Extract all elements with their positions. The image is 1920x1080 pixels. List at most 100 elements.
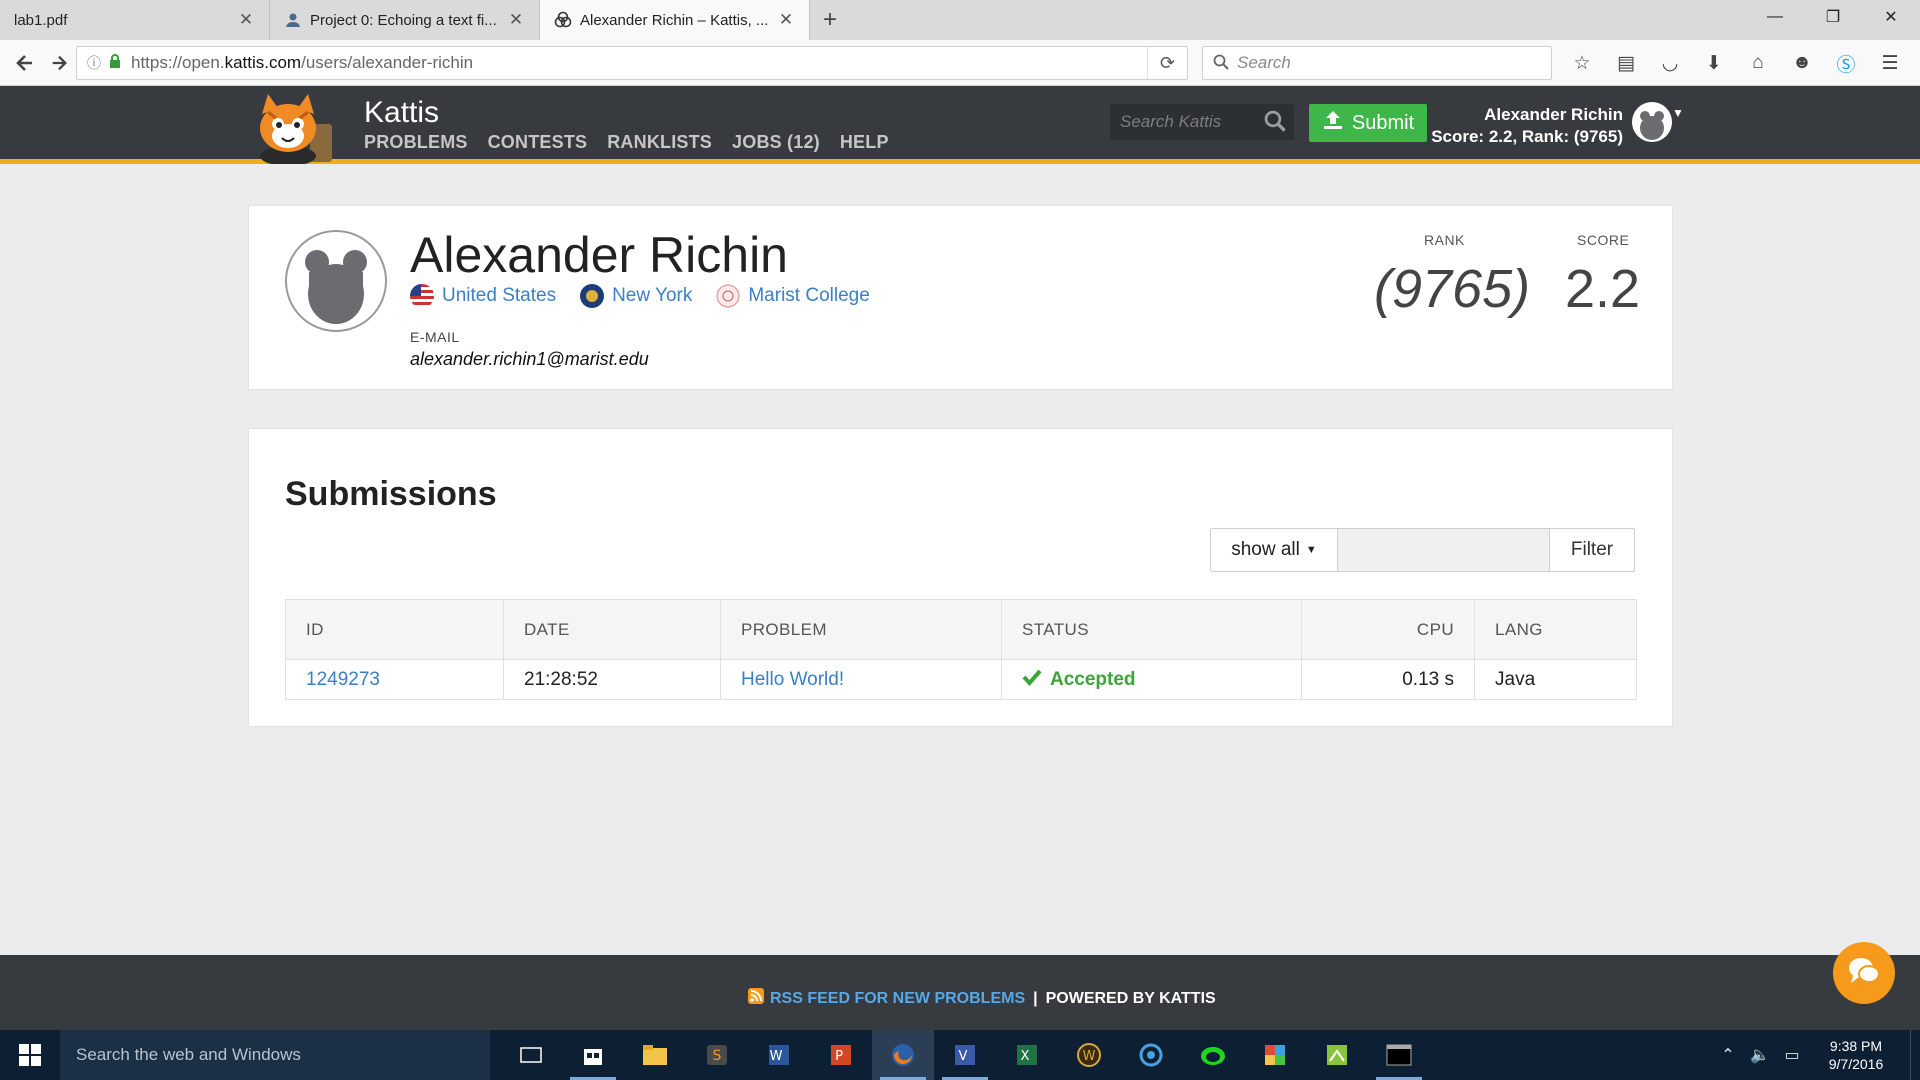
caret-down-icon: ▼ (1305, 544, 1317, 556)
table-row: 1249273 21:28:52 Hello World! Accepted 0… (285, 659, 1637, 700)
search-icon (1213, 54, 1229, 75)
forward-arrow-icon[interactable] (42, 46, 76, 80)
column-header-cpu[interactable]: CPU (1301, 599, 1475, 660)
country-link[interactable]: United States (410, 284, 556, 308)
download-icon[interactable]: ⬇ (1692, 46, 1736, 80)
user-name: Alexander Richin (1484, 105, 1623, 124)
close-icon[interactable]: ✕ (777, 10, 795, 29)
kattis-search-input[interactable]: Search Kattis (1110, 104, 1294, 140)
kattis-footer: RSS FEED FOR NEW PROBLEMS | POWERED BY K… (0, 955, 1920, 1030)
search-icon[interactable] (1264, 110, 1286, 137)
razer-cloud-icon[interactable] (1182, 1030, 1244, 1080)
windows-start-icon[interactable] (0, 1030, 60, 1080)
minimize-icon[interactable]: — (1746, 0, 1804, 34)
hello-chat-icon[interactable]: ☻ (1780, 46, 1824, 80)
info-icon[interactable]: ⓘ (87, 53, 101, 73)
close-window-icon[interactable]: ✕ (1862, 0, 1920, 34)
problem-link[interactable]: Hello World! (741, 669, 844, 690)
excel-icon[interactable]: X (996, 1030, 1058, 1080)
status-filter-select[interactable]: show all ▼ (1211, 529, 1338, 571)
world-of-warcraft-icon[interactable]: W (1058, 1030, 1120, 1080)
user-summary[interactable]: Alexander Richin Score: 2.2, Rank: (9765… (1431, 104, 1623, 148)
browser-navbar: ⓘ https://open. kattis.com/users/alexande… (0, 40, 1920, 86)
filter-input[interactable] (1338, 529, 1550, 571)
volume-icon[interactable]: 🔈 (1744, 1045, 1776, 1065)
word-icon[interactable]: W (748, 1030, 810, 1080)
submission-id-link[interactable]: 1249273 (306, 669, 380, 690)
browser-tab-lab1[interactable]: lab1.pdf ✕ (0, 0, 270, 40)
school-link[interactable]: Marist College (716, 284, 870, 308)
status-badge: Accepted (1022, 668, 1281, 692)
submissions-table: ID DATE PROBLEM STATUS CPU LANG 1249273 … (285, 599, 1637, 700)
sublime-text-icon[interactable]: S (686, 1030, 748, 1080)
show-desktop-button[interactable] (1910, 1030, 1920, 1080)
back-arrow-icon[interactable] (8, 46, 42, 80)
pocket-icon[interactable]: ◡ (1648, 46, 1692, 80)
firefox-icon[interactable] (872, 1030, 934, 1080)
submit-button[interactable]: Submit (1309, 104, 1427, 142)
bookmark-star-icon[interactable]: ☆ (1560, 46, 1604, 80)
menu-ranklists[interactable]: RANKLISTS (607, 132, 712, 153)
profile-name: Alexander Richin (410, 227, 788, 283)
reading-list-icon[interactable]: ▤ (1604, 46, 1648, 80)
heroes-launcher-icon[interactable] (1120, 1030, 1182, 1080)
file-explorer-icon[interactable] (624, 1030, 686, 1080)
profile-card: Alexander Richin United States New York … (248, 205, 1673, 390)
browser-search-input[interactable]: Search (1202, 46, 1552, 80)
menu-help[interactable]: HELP (840, 132, 889, 153)
task-view-icon[interactable] (500, 1030, 562, 1080)
column-header-problem[interactable]: PROBLEM (720, 599, 1002, 660)
close-icon[interactable]: ✕ (237, 10, 255, 29)
svg-text:S: S (713, 1048, 722, 1064)
powerpoint-icon[interactable]: P (810, 1030, 872, 1080)
browser-tab-project0[interactable]: Project 0: Echoing a text fi... ✕ (270, 0, 540, 40)
restore-icon[interactable]: ❐ (1804, 0, 1862, 34)
spreadsheet-app-icon[interactable] (1306, 1030, 1368, 1080)
column-header-id[interactable]: ID (285, 599, 504, 660)
powered-by: POWERED BY KATTIS (1045, 989, 1216, 1007)
column-header-lang[interactable]: LANG (1474, 599, 1637, 660)
reload-icon[interactable]: ⟳ (1147, 47, 1187, 79)
table-header-row: ID DATE PROBLEM STATUS CPU LANG (285, 599, 1637, 660)
region-link[interactable]: New York (580, 284, 692, 308)
image-app-icon[interactable] (1244, 1030, 1306, 1080)
svg-text:W: W (1083, 1049, 1096, 1064)
email-value: alexander.richin1@marist.edu (410, 349, 649, 369)
browser-tab-kattis[interactable]: Alexander Richin – Kattis, ... ✕ (540, 0, 810, 40)
browser-search-placeholder: Search (1237, 53, 1291, 72)
browser-tabstrip: lab1.pdf ✕ Project 0: Echoing a text fi.… (0, 0, 1920, 40)
chat-bubble-icon (1847, 956, 1881, 991)
menu-contests[interactable]: CONTESTS (488, 132, 588, 153)
kattis-brand[interactable]: Kattis (364, 96, 439, 130)
notification-icon[interactable]: ▭ (1776, 1045, 1808, 1065)
store-icon[interactable] (562, 1030, 624, 1080)
svg-text:X: X (1021, 1049, 1030, 1064)
menu-jobs[interactable]: JOBS (12) (732, 132, 820, 153)
url-path: /users/alexander-richin (301, 53, 474, 72)
taskbar-clock[interactable]: 9:38 PM 9/7/2016 (1808, 1037, 1904, 1073)
taskbar-search-input[interactable]: Search the web and Windows (60, 1030, 490, 1080)
upload-icon (1322, 109, 1344, 137)
rss-feed-link[interactable]: RSS FEED FOR NEW PROBLEMS (748, 988, 1025, 1009)
profile-avatar (285, 230, 387, 332)
kattis-cat-logo[interactable] (248, 94, 348, 166)
chevron-down-icon[interactable]: ▼ (1672, 106, 1684, 120)
new-tab-button[interactable]: + (810, 0, 850, 40)
menu-problems[interactable]: PROBLEMS (364, 132, 468, 153)
hamburger-menu-icon[interactable]: ☰ (1868, 46, 1912, 80)
column-header-status[interactable]: STATUS (1001, 599, 1302, 660)
avatar[interactable] (1632, 102, 1672, 142)
close-icon[interactable]: ✕ (507, 10, 525, 29)
column-header-date[interactable]: DATE (503, 599, 721, 660)
chat-button[interactable] (1833, 942, 1895, 1004)
visio-icon[interactable]: V (934, 1030, 996, 1080)
new-york-flag-icon (580, 284, 605, 308)
kattis-search-placeholder: Search Kattis (1120, 112, 1222, 131)
filter-button[interactable]: Filter (1550, 529, 1634, 571)
home-icon[interactable]: ⌂ (1736, 46, 1780, 80)
skype-icon[interactable]: Ⓢ (1824, 46, 1868, 80)
chevron-up-icon[interactable]: ⌃ (1712, 1045, 1744, 1065)
url-bar[interactable]: ⓘ https://open. kattis.com/users/alexande… (76, 46, 1188, 80)
command-prompt-icon[interactable] (1368, 1030, 1430, 1080)
rank-value: (9765) (1374, 259, 1531, 319)
